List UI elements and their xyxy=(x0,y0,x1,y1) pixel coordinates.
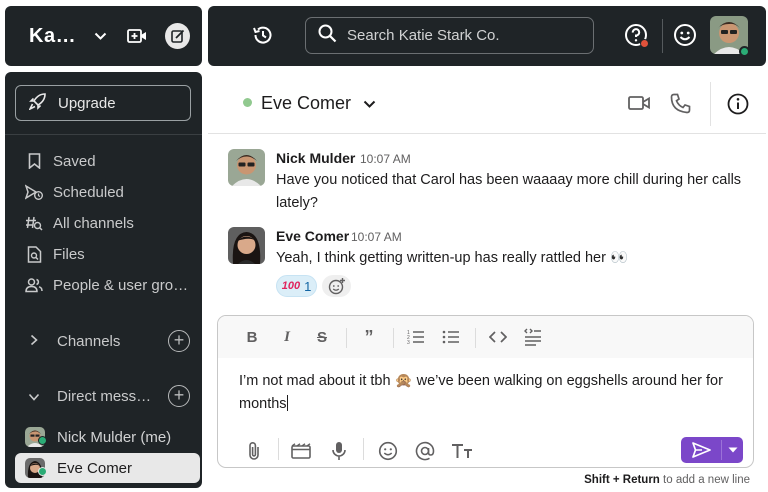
hint-text: to add a new line xyxy=(659,474,750,486)
text-format-icon[interactable] xyxy=(451,440,473,462)
presence-online-dot xyxy=(38,467,47,476)
search-bar[interactable]: Search Katie Stark Co. xyxy=(305,17,594,54)
channels-label: Channels xyxy=(57,332,121,350)
formatting-toolbar: B I S ” 123 xyxy=(218,316,753,358)
message-author[interactable]: Eve Comer xyxy=(276,228,349,244)
bulleted-list-icon[interactable] xyxy=(441,328,461,346)
presence-online-dot xyxy=(739,46,750,57)
mention-icon[interactable] xyxy=(414,440,436,462)
hint-keys: Shift + Return xyxy=(584,474,660,486)
reaction-count: 1 xyxy=(304,278,312,294)
composer-text: I’m not mad about it tbh 🙊 we’ve been wa… xyxy=(239,373,723,412)
ordered-list-icon[interactable]: 123 xyxy=(406,328,426,346)
sidebar-item-saved[interactable]: Saved xyxy=(25,152,96,170)
channels-section[interactable]: Channels + xyxy=(25,330,190,352)
strikethrough-icon[interactable]: S xyxy=(312,328,332,346)
add-reaction-button[interactable] xyxy=(322,275,351,297)
divider xyxy=(346,328,347,348)
dm-item-label: Eve Comer xyxy=(57,459,133,477)
code-block-icon[interactable] xyxy=(523,328,543,346)
video-call-icon[interactable] xyxy=(628,95,650,116)
divider xyxy=(278,438,279,460)
direct-messages-label: Direct mess… xyxy=(57,387,152,405)
code-icon[interactable] xyxy=(488,328,508,346)
composer-hint: Shift + Return to add a new line xyxy=(584,474,750,486)
notification-dot xyxy=(640,39,649,48)
sidebar-divider xyxy=(5,134,202,135)
chevron-down-icon[interactable] xyxy=(363,96,376,114)
phone-icon[interactable] xyxy=(670,93,691,119)
sidebar-item-people[interactable]: People & user gro… xyxy=(25,276,188,294)
message-author[interactable]: Nick Mulder xyxy=(276,150,355,166)
workspace-chevron-icon[interactable] xyxy=(94,28,107,44)
message-timestamp[interactable]: 10:07 AM xyxy=(360,152,411,166)
send-button[interactable] xyxy=(681,437,743,463)
add-dm-icon[interactable]: + xyxy=(168,385,190,407)
bookmark-icon xyxy=(25,152,43,170)
presence-dot xyxy=(243,98,252,107)
avatar[interactable] xyxy=(228,149,265,186)
workspace-header: Ka… xyxy=(5,6,202,66)
divider xyxy=(363,438,364,460)
huddle-video-icon[interactable] xyxy=(127,28,147,44)
sidebar-item-scheduled[interactable]: Scheduled xyxy=(25,183,124,201)
attach-icon[interactable] xyxy=(243,440,265,462)
microphone-icon[interactable] xyxy=(328,440,350,462)
scheduled-send-icon xyxy=(25,183,43,201)
file-search-icon xyxy=(25,245,43,263)
svg-text:3: 3 xyxy=(407,340,410,345)
channel-header: Eve Comer xyxy=(208,72,766,134)
divider xyxy=(662,19,663,53)
divider xyxy=(710,82,711,126)
sidebar-item-label: Saved xyxy=(53,152,96,170)
emoji-icon[interactable] xyxy=(377,440,399,462)
message-timestamp[interactable]: 10:07 AM xyxy=(351,230,402,244)
workspace-name[interactable]: Ka… xyxy=(29,25,76,48)
divider xyxy=(393,328,394,348)
emoji-status-icon[interactable] xyxy=(673,23,697,52)
chevron-down-icon[interactable] xyxy=(25,389,43,404)
channel-title[interactable]: Eve Comer xyxy=(261,93,351,114)
top-bar: Search Katie Stark Co. xyxy=(208,6,766,66)
rocket-icon xyxy=(28,92,46,114)
sidebar-item-files[interactable]: Files xyxy=(25,245,85,263)
send-icon[interactable] xyxy=(681,437,721,463)
direct-messages-section[interactable]: Direct mess… + xyxy=(25,385,190,407)
sidebar-item-label: Scheduled xyxy=(53,183,124,201)
presence-online-dot xyxy=(38,436,47,445)
bold-icon[interactable]: B xyxy=(242,328,262,346)
avatar[interactable] xyxy=(228,227,265,264)
hundred-points-emoji: 100 xyxy=(281,280,301,292)
video-clip-icon[interactable] xyxy=(290,440,312,462)
message-text: Yeah, I think getting written-up has rea… xyxy=(276,250,629,266)
sidebar-item-all-channels[interactable]: All channels xyxy=(25,214,134,232)
composer-input[interactable]: I’m not mad about it tbh 🙊 we’ve been wa… xyxy=(239,370,739,416)
search-icon xyxy=(318,24,337,48)
divider xyxy=(475,328,476,348)
history-icon[interactable] xyxy=(251,23,275,52)
channel-search-icon xyxy=(25,214,43,232)
reaction-100[interactable]: 100 1 xyxy=(276,275,317,297)
compose-icon[interactable] xyxy=(165,23,190,49)
add-reaction-icon xyxy=(328,278,345,295)
sidebar-item-label: People & user gro… xyxy=(53,276,189,294)
sidebar-item-label: Files xyxy=(53,245,85,263)
schedule-dropdown-icon[interactable] xyxy=(722,437,743,463)
search-placeholder: Search Katie Stark Co. xyxy=(347,27,500,44)
message-composer[interactable]: B I S ” 123 I’m not mad about it tbh 🙊 w… xyxy=(217,315,754,468)
info-icon[interactable] xyxy=(727,93,749,120)
add-channel-icon[interactable]: + xyxy=(168,330,190,352)
upgrade-label: Upgrade xyxy=(58,94,116,112)
people-icon xyxy=(25,276,43,294)
text-cursor xyxy=(286,395,288,411)
italic-icon[interactable]: I xyxy=(277,328,297,346)
message-text: Have you noticed that Carol has been waa… xyxy=(276,172,742,211)
quote-icon[interactable]: ” xyxy=(359,327,379,347)
sidebar-item-label: All channels xyxy=(53,214,134,232)
chevron-right-icon[interactable] xyxy=(25,334,43,349)
sidebar: Upgrade Saved Scheduled All channels Fil… xyxy=(5,72,202,488)
dm-item-label: Nick Mulder (me) xyxy=(57,428,172,446)
upgrade-button[interactable]: Upgrade xyxy=(15,85,191,121)
